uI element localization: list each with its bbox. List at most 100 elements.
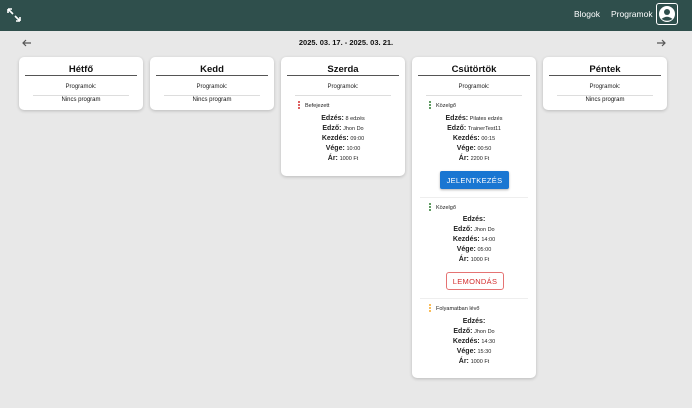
detail-training: Edzés: [412,215,536,225]
detail-price: Ár: 1000 Ft [281,154,405,164]
detail-start: Kezdés: 14:00 [412,235,536,245]
day-card-tuesday: Kedd Programok: Nincs program [150,57,274,110]
detail-training: Edzés: 8 edzés [281,114,405,124]
detail-label: Edző: [322,125,342,132]
detail-value: 14:30 [481,339,496,345]
program-status: Közelgő [429,203,456,212]
detail-value: Jhon Do [474,329,495,335]
detail-value: Jhon Do [343,126,364,132]
detail-value: 00:15 [481,136,496,142]
status-indicator-icon [298,101,300,110]
detail-label: Edzés: [321,115,344,122]
detail-trainer: Edző: Jhon Do [412,327,536,337]
detail-value: 1000 Ft [470,257,490,263]
week-date-range: 2025. 03. 17. - 2025. 03. 21. [298,38,394,47]
programs-label: Programok: [65,84,97,90]
detail-value: 2200 Ft [470,156,490,162]
divider [549,75,661,76]
detail-value: TrainerTest11 [467,126,501,132]
detail-value: 14:00 [481,237,496,243]
detail-label: Edző: [453,226,473,233]
status-indicator-icon [429,203,431,212]
detail-training: Edzés: Pilates edzés [412,114,536,124]
detail-price: Ár: 1000 Ft [412,255,536,265]
no-program-text: Nincs program [192,97,232,103]
programs-label: Programok: [196,84,228,90]
detail-training: Edzés: [412,317,536,327]
detail-end: Vége: 00:50 [412,144,536,154]
detail-end: Vége: 15:30 [412,347,536,357]
no-program-text: Nincs program [585,97,625,103]
detail-label: Edzés: [462,318,486,325]
detail-trainer: Edző: Jhon Do [281,124,405,134]
programs-label: Programok: [458,84,490,90]
program-details: Edzés: Pilates edzés Edző: TrainerTest11… [412,114,536,164]
detail-value: 8 edzés [345,116,365,122]
detail-start: Kezdés: 00:15 [412,134,536,144]
divider [287,75,399,76]
expand-icon[interactable] [7,7,21,22]
detail-label: Edző: [447,125,467,132]
program-details: Edzés: 8 edzés Edző: Jhon Do Kezdés: 09:… [281,114,405,164]
nav-link-programs[interactable]: Programok [611,9,653,19]
program-details: Edzés: Edző: Jhon Do Kezdés: 14:00 Vége:… [412,215,536,265]
day-title: Péntek [589,64,621,75]
detail-label: Edző: [453,328,473,335]
divider [33,95,129,96]
detail-label: Kezdés: [452,135,480,142]
divider [420,197,528,198]
detail-price: Ár: 2200 Ft [412,154,536,164]
programs-label: Programok: [327,84,359,90]
day-card-friday: Péntek Programok: Nincs program [543,57,667,110]
detail-label: Vége: [325,145,345,152]
divider [426,95,522,96]
divider [557,95,653,96]
detail-label: Ár: [458,358,469,365]
detail-trainer: Edző: TrainerTest11 [412,124,536,134]
detail-label: Vége: [456,145,476,152]
cancel-button[interactable]: LEMONDÁS [446,272,504,290]
no-program-text: Nincs program [61,97,101,103]
account-button[interactable] [656,3,678,25]
day-card-wednesday: Szerda Programok: Befejezett Edzés: 8 ed… [281,57,405,176]
detail-value: 09:00 [350,136,365,142]
detail-value: 00:50 [477,146,492,152]
program-status: Folyamatban lévő [429,304,479,313]
detail-label: Kezdés: [321,135,349,142]
detail-value: Pilates edzés [469,116,503,122]
detail-start: Kezdés: 14:30 [412,337,536,347]
detail-value: 05:00 [477,247,492,253]
status-indicator-icon [429,304,431,313]
detail-value: 15:30 [477,349,492,355]
detail-value: Jhon Do [474,227,495,233]
detail-label: Ár: [458,155,469,162]
detail-value: 1000 Ft [470,359,490,365]
day-title: Kedd [200,64,224,75]
detail-trainer: Edző: Jhon Do [412,225,536,235]
programs-label: Programok: [589,84,621,90]
detail-label: Ár: [458,256,469,263]
account-circle-icon [659,6,675,22]
day-card-monday: Hétfő Programok: Nincs program [19,57,143,110]
detail-label: Vége: [456,348,476,355]
join-button[interactable]: JELENTKEZÉS [440,171,509,189]
detail-value: 1000 Ft [339,156,359,162]
detail-price: Ár: 1000 Ft [412,357,536,367]
day-title: Szerda [327,64,359,75]
divider [25,75,137,76]
detail-label: Kezdés: [452,338,480,345]
detail-start: Kezdés: 09:00 [281,134,405,144]
status-text: Közelgő [436,102,456,109]
divider [295,95,391,96]
detail-label: Vége: [456,246,476,253]
day-card-thursday: Csütörtök Programok: Közelgő Edzés: Pila… [412,57,536,378]
day-title: Hétfő [68,64,94,75]
day-title: Csütörtök [451,64,497,75]
status-text: Folyamatban lévő [436,305,480,312]
divider [418,75,530,76]
status-text: Befejezett [305,102,330,109]
detail-label: Edzés: [445,115,469,122]
detail-value: 10:00 [346,146,361,152]
nav-link-blogs[interactable]: Blogok [574,9,600,19]
program-details: Edzés: Edző: Jhon Do Kezdés: 14:30 Vége:… [412,317,536,367]
